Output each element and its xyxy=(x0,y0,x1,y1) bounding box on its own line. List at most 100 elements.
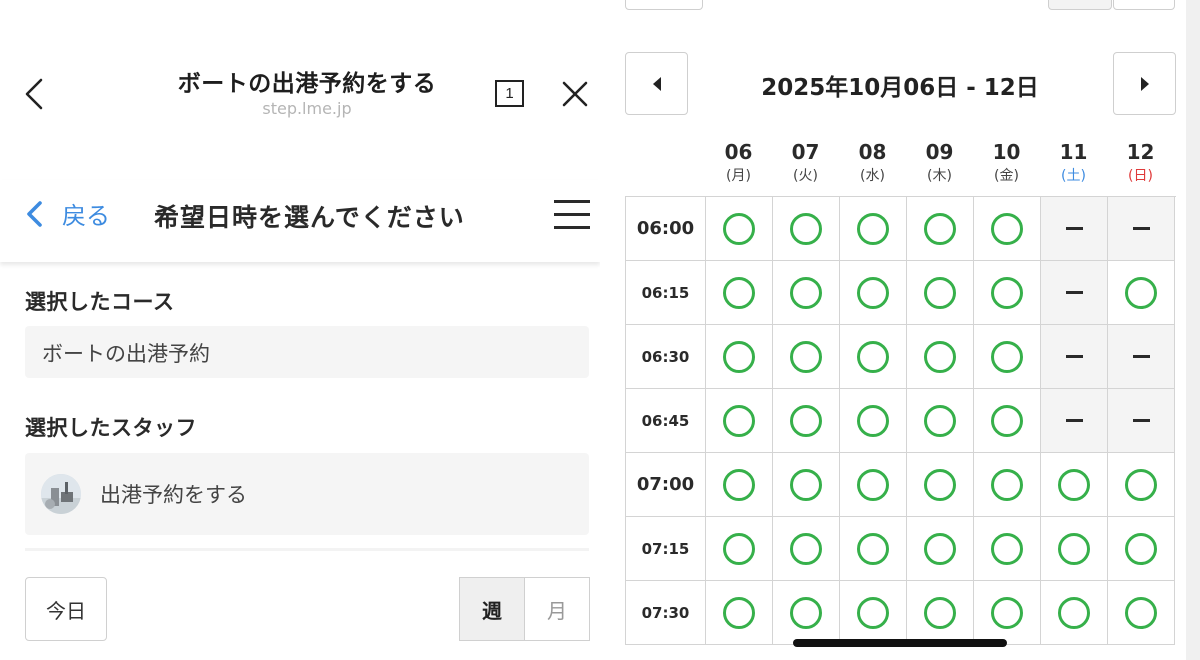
selected-staff-value: 出港予約をする xyxy=(100,483,247,507)
slot-unavailable xyxy=(1041,389,1108,453)
slot-available[interactable] xyxy=(706,197,773,261)
available-circle-icon xyxy=(723,404,755,437)
time-label: 07:00 xyxy=(626,453,706,517)
slot-unavailable xyxy=(1108,389,1175,453)
slot-unavailable xyxy=(1041,325,1108,389)
available-circle-icon xyxy=(790,276,822,309)
slot-available[interactable] xyxy=(773,453,840,517)
available-circle-icon xyxy=(857,212,889,245)
available-circle-icon xyxy=(924,276,956,309)
close-button[interactable] xyxy=(561,80,589,108)
slot-available[interactable] xyxy=(1108,261,1175,325)
tab-count-button[interactable]: 1 xyxy=(495,80,524,107)
slot-available[interactable] xyxy=(773,197,840,261)
day-weekday: (月) xyxy=(726,168,751,184)
today-button[interactable]: 今日 xyxy=(25,577,107,641)
slot-available[interactable] xyxy=(840,261,907,325)
available-circle-icon xyxy=(991,596,1023,629)
slot-available[interactable] xyxy=(706,389,773,453)
day-date: 11 xyxy=(1059,140,1088,164)
next-week-button[interactable] xyxy=(1113,52,1176,115)
partial-button[interactable] xyxy=(1113,0,1175,10)
slot-available[interactable] xyxy=(907,453,974,517)
scrollbar[interactable] xyxy=(1186,0,1200,660)
slot-available[interactable] xyxy=(840,517,907,581)
slot-available[interactable] xyxy=(907,517,974,581)
slot-available[interactable] xyxy=(1108,581,1175,645)
slot-unavailable xyxy=(1041,197,1108,261)
slot-available[interactable] xyxy=(773,261,840,325)
slot-available[interactable] xyxy=(840,389,907,453)
month-view-button[interactable]: 月 xyxy=(525,578,589,640)
slot-available[interactable] xyxy=(1041,581,1108,645)
available-circle-icon xyxy=(723,468,755,501)
slot-available[interactable] xyxy=(1041,517,1108,581)
prev-week-button[interactable] xyxy=(625,52,688,115)
selected-course-box: ボートの出港予約 xyxy=(25,326,589,378)
available-circle-icon xyxy=(723,212,755,245)
slot-available[interactable] xyxy=(773,581,840,645)
day-header: 12 (日) xyxy=(1107,138,1174,186)
menu-icon xyxy=(554,200,590,203)
day-weekday: (日) xyxy=(1128,168,1153,184)
available-circle-icon xyxy=(790,404,822,437)
day-weekday: (木) xyxy=(927,168,952,184)
slot-available[interactable] xyxy=(840,581,907,645)
booking-panel: ボートの出港予約をする step.lme.jp 1 戻る 希望日時を選んでくださ… xyxy=(0,0,600,660)
day-date: 07 xyxy=(791,140,820,164)
staff-section-label: 選択したスタッフ xyxy=(25,416,197,440)
available-circle-icon xyxy=(991,404,1023,437)
available-circle-icon xyxy=(857,404,889,437)
unavailable-dash-icon xyxy=(1132,355,1150,358)
slot-available[interactable] xyxy=(706,453,773,517)
available-circle-icon xyxy=(790,532,822,565)
chevron-left-icon xyxy=(27,200,42,227)
day-header: 06 (月) xyxy=(705,138,772,186)
partial-button[interactable] xyxy=(1048,0,1112,10)
slot-available[interactable] xyxy=(1108,453,1175,517)
slot-available[interactable] xyxy=(907,581,974,645)
slot-available[interactable] xyxy=(706,517,773,581)
slot-available[interactable] xyxy=(907,261,974,325)
slot-available[interactable] xyxy=(974,261,1041,325)
slot-available[interactable] xyxy=(974,325,1041,389)
slot-available[interactable] xyxy=(706,261,773,325)
slot-available[interactable] xyxy=(1108,517,1175,581)
menu-icon xyxy=(554,226,590,229)
slot-available[interactable] xyxy=(706,581,773,645)
available-circle-icon xyxy=(1125,276,1157,309)
available-circle-icon xyxy=(991,276,1023,309)
slot-available[interactable] xyxy=(907,389,974,453)
day-weekday: (水) xyxy=(860,168,885,184)
slot-available[interactable] xyxy=(840,197,907,261)
slot-available[interactable] xyxy=(706,325,773,389)
partial-button[interactable] xyxy=(625,0,703,10)
slot-available[interactable] xyxy=(773,325,840,389)
close-icon xyxy=(562,81,588,107)
slot-available[interactable] xyxy=(974,197,1041,261)
slot-available[interactable] xyxy=(974,581,1041,645)
slot-available[interactable] xyxy=(1041,453,1108,517)
slot-available[interactable] xyxy=(840,453,907,517)
slot-available[interactable] xyxy=(907,197,974,261)
home-indicator xyxy=(793,639,1007,647)
back-link[interactable]: 戻る xyxy=(24,196,110,231)
time-row: 06:15 xyxy=(626,261,1176,325)
day-date: 08 xyxy=(858,140,887,164)
slot-available[interactable] xyxy=(840,325,907,389)
slot-available[interactable] xyxy=(773,517,840,581)
day-weekday: (金) xyxy=(994,168,1019,184)
menu-button[interactable] xyxy=(554,200,590,230)
available-circle-icon xyxy=(1058,532,1090,565)
available-circle-icon xyxy=(857,276,889,309)
unavailable-dash-icon xyxy=(1065,291,1083,294)
week-view-button[interactable]: 週 xyxy=(460,578,525,640)
available-circle-icon xyxy=(857,340,889,373)
slot-available[interactable] xyxy=(974,453,1041,517)
slot-available[interactable] xyxy=(773,389,840,453)
slot-available[interactable] xyxy=(974,517,1041,581)
day-header: 07 (火) xyxy=(772,138,839,186)
slot-available[interactable] xyxy=(907,325,974,389)
menu-icon xyxy=(554,213,590,216)
slot-available[interactable] xyxy=(974,389,1041,453)
